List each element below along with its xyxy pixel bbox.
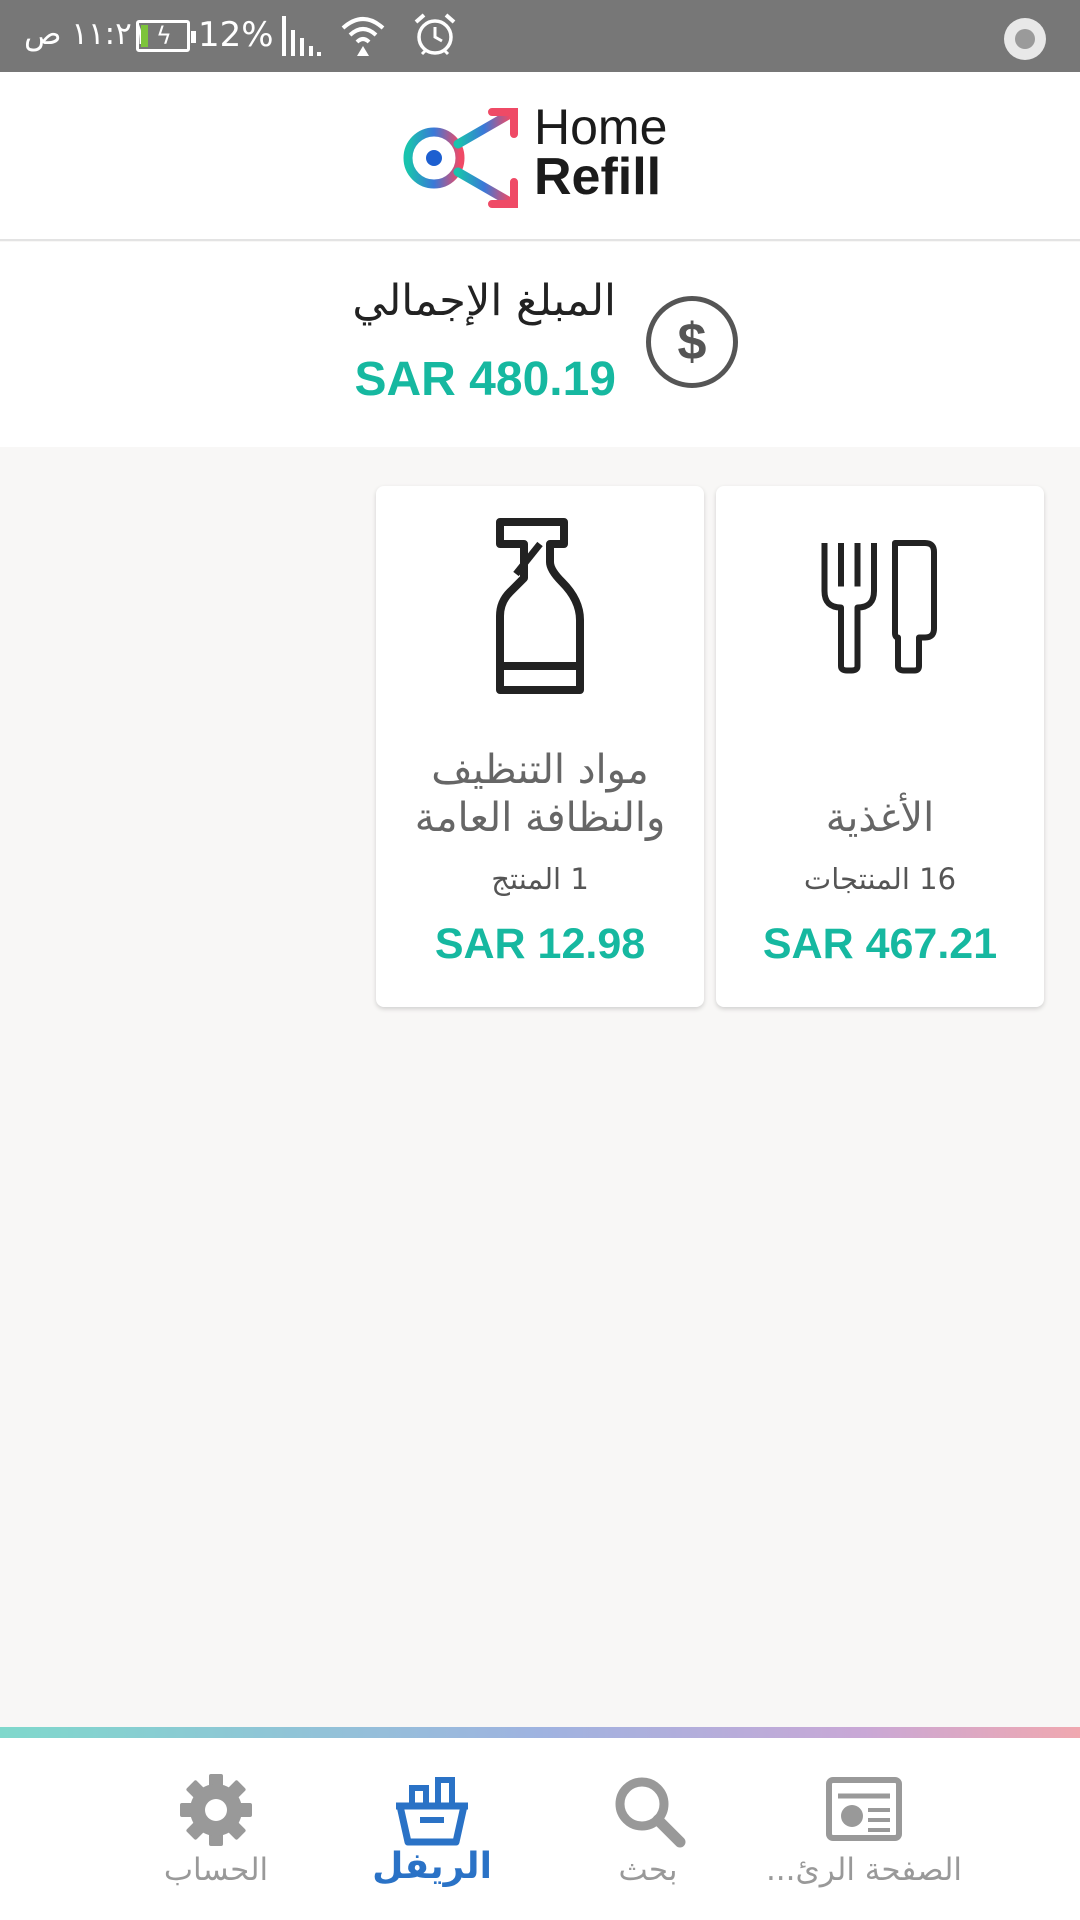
bottom-nav: الحساب الريفل بحث الصفحة الرئ... xyxy=(0,1738,1080,1920)
status-bar: ١١:٢١ ص ϟ 12% xyxy=(0,0,1080,72)
app-screen: ١١:٢١ ص ϟ 12% Home Refill المبلغ الإجمال… xyxy=(0,0,1080,1920)
category-price: SAR 467.21 xyxy=(762,920,998,968)
total-amount: SAR 480.19 xyxy=(354,353,617,406)
app-header: Home Refill xyxy=(0,72,1080,241)
total-summary: المبلغ الإجمالي SAR 480.19 $ xyxy=(0,242,1080,447)
home-refill-logo-icon xyxy=(403,108,518,208)
nav-item-account[interactable]: الحساب xyxy=(106,1738,326,1920)
category-count: 16 المنتجات xyxy=(803,862,957,896)
spray-bottle-icon xyxy=(496,518,584,694)
category-card-food[interactable]: الأغذية 16 المنتجات SAR 467.21 xyxy=(716,486,1044,1007)
nav-item-search[interactable]: بحث xyxy=(538,1738,758,1920)
logo-line-home: Home xyxy=(534,99,668,155)
category-title: مواد التنظيف والنظافة العامة xyxy=(414,747,666,841)
category-card-cleaning[interactable]: مواد التنظيف والنظافة العامة 1 المنتج SA… xyxy=(376,486,704,1007)
total-label: المبلغ الإجمالي xyxy=(352,276,616,326)
nav-label-account: الحساب xyxy=(163,1852,269,1888)
alarm-icon xyxy=(414,13,456,56)
nav-label-refill: الريفل xyxy=(372,1846,492,1887)
logo-text: Home Refill xyxy=(534,99,668,206)
nav-label-search: بحث xyxy=(618,1852,678,1888)
category-price: SAR 12.98 xyxy=(434,920,646,968)
wifi-icon xyxy=(341,17,385,56)
search-icon xyxy=(615,1777,686,1848)
signal-icon xyxy=(282,16,321,56)
nav-label-home: الصفحة الرئ... xyxy=(765,1852,963,1888)
gear-icon xyxy=(180,1774,252,1846)
category-count: 1 المنتج xyxy=(491,862,589,896)
nav-item-home[interactable]: الصفحة الرئ... xyxy=(754,1738,974,1920)
battery-percent: 12% xyxy=(198,15,274,55)
category-title: الأغذية xyxy=(825,795,935,841)
basket-icon xyxy=(396,1777,468,1846)
fork-knife-icon xyxy=(821,540,937,674)
screen-record-icon[interactable] xyxy=(1004,18,1046,60)
battery-icon: ϟ xyxy=(136,20,196,52)
status-time: ١١:٢١ ص xyxy=(24,16,149,52)
nav-item-refill[interactable]: الريفل xyxy=(322,1738,542,1920)
logo-line-refill: Refill xyxy=(534,148,662,206)
newspaper-icon xyxy=(826,1777,902,1841)
dollar-icon: $ xyxy=(646,296,738,388)
nav-gradient-divider xyxy=(0,1727,1080,1738)
